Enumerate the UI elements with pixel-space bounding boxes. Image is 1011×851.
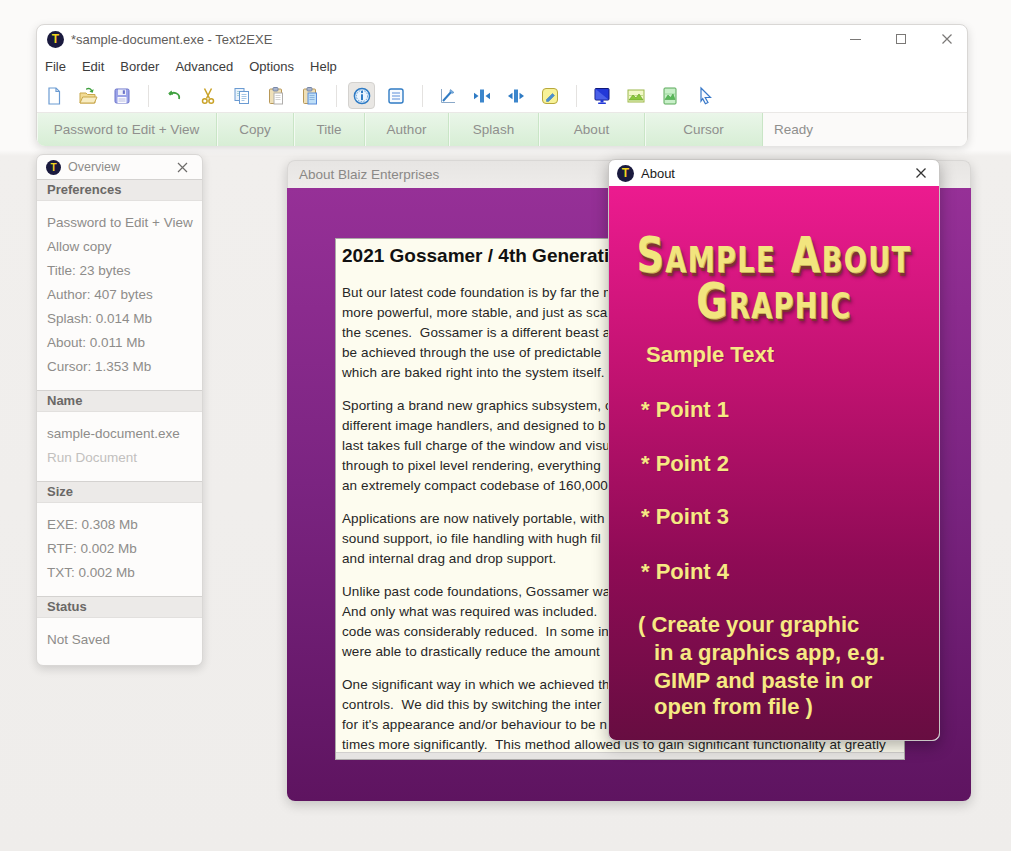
minimize-icon	[850, 39, 861, 40]
toolbar-separator	[336, 85, 337, 107]
open-icon[interactable]	[74, 82, 101, 109]
menu-advanced[interactable]: Advanced	[167, 59, 241, 74]
list-item: Cursor: 1.353 Mb	[47, 355, 192, 379]
note-line: open from file )	[654, 694, 813, 720]
preferences-list: Password to Edit + View Allow copy Title…	[37, 201, 202, 390]
list-item: Run Document	[47, 446, 192, 470]
tab-splash[interactable]: Splash	[449, 113, 539, 146]
list-item: About: 0.011 Mb	[47, 331, 192, 355]
monitor-icon[interactable]	[588, 82, 615, 109]
paste-special-icon[interactable]	[296, 82, 323, 109]
tab-title[interactable]: Title	[294, 113, 365, 146]
name-list: sample-document.exe Run Document	[37, 412, 202, 481]
main-titlebar[interactable]: T *sample-document.exe - Text2EXE	[37, 25, 967, 53]
about-body: Sample About Graphic Sample Text * Point…	[609, 186, 939, 740]
main-window: T *sample-document.exe - Text2EXE File E…	[36, 24, 968, 145]
overview-panel: T Overview Preferences Password to Edit …	[36, 154, 203, 666]
about-graphic-title: Sample About Graphic	[609, 233, 939, 324]
tab-cursor[interactable]: Cursor	[645, 113, 763, 146]
section-header-preferences: Preferences	[37, 179, 202, 201]
app-logo-icon: T	[46, 160, 61, 175]
undo-icon[interactable]	[160, 82, 187, 109]
overview-titlebar[interactable]: T Overview	[37, 155, 202, 179]
overview-title: Overview	[68, 160, 120, 174]
tab-about[interactable]: About	[539, 113, 645, 146]
note-line: in a graphics app, e.g.	[654, 640, 885, 666]
status-ready: Ready	[763, 113, 967, 146]
toolbar-separator	[422, 85, 423, 107]
about-dialog: T About Sample About Graphic Sample Text…	[608, 159, 940, 741]
info-icon[interactable]	[348, 82, 375, 109]
copy-icon[interactable]	[228, 82, 255, 109]
minimize-button[interactable]	[845, 29, 865, 49]
pad-right-icon[interactable]	[502, 82, 529, 109]
menu-file[interactable]: File	[37, 59, 74, 74]
sample-text: Sample Text	[646, 342, 774, 368]
paste-icon[interactable]	[262, 82, 289, 109]
point-item: * Point 1	[641, 397, 729, 423]
app-logo-icon: T	[47, 31, 64, 48]
about-title: About	[641, 166, 675, 181]
menu-border[interactable]: Border	[112, 59, 167, 74]
cursor-arrow-icon[interactable]	[690, 82, 717, 109]
new-document-icon[interactable]	[40, 82, 67, 109]
about-titlebar[interactable]: T About	[609, 160, 939, 186]
list-item: Allow copy	[47, 235, 192, 259]
close-icon	[941, 33, 953, 45]
document-title: About Blaiz Enterprises	[299, 167, 439, 182]
image-landscape-icon[interactable]	[622, 82, 649, 109]
size-list: EXE: 0.308 Mb RTF: 0.002 Mb TXT: 0.002 M…	[37, 503, 202, 596]
point-item: * Point 3	[641, 504, 729, 530]
app-logo-icon: T	[617, 165, 634, 182]
horizontal-scrollbar[interactable]	[336, 752, 904, 759]
point-item: * Point 2	[641, 451, 729, 477]
menu-options[interactable]: Options	[241, 59, 302, 74]
overview-close-button[interactable]	[173, 158, 191, 176]
graphic-line: Graphic	[609, 279, 939, 325]
toolbar-separator	[148, 85, 149, 107]
tab-row: Password to Edit + View Copy Title Autho…	[37, 112, 967, 146]
note-line: ( Create your graphic	[638, 612, 859, 638]
tab-copy[interactable]: Copy	[217, 113, 294, 146]
section-header-size: Size	[37, 481, 202, 503]
list-item: Splash: 0.014 Mb	[47, 307, 192, 331]
section-header-status: Status	[37, 596, 202, 618]
maximize-icon	[896, 34, 906, 44]
pad-left-icon[interactable]	[468, 82, 495, 109]
list-item: RTF: 0.002 Mb	[47, 537, 192, 561]
cut-icon[interactable]	[194, 82, 221, 109]
list-item: sample-document.exe	[47, 422, 192, 446]
tab-author[interactable]: Author	[365, 113, 449, 146]
properties-icon[interactable]	[382, 82, 409, 109]
tab-password[interactable]: Password to Edit + View	[37, 113, 217, 146]
status-list: Not Saved	[37, 618, 202, 663]
list-item: Author: 407 bytes	[47, 283, 192, 307]
close-button[interactable]	[937, 29, 957, 49]
draw-line-icon[interactable]	[434, 82, 461, 109]
toolbar	[37, 79, 967, 112]
list-item: TXT: 0.002 Mb	[47, 561, 192, 585]
note-line: GIMP and paste in or	[654, 668, 872, 694]
section-header-name: Name	[37, 390, 202, 412]
about-close-button[interactable]	[912, 164, 930, 182]
menu-help[interactable]: Help	[302, 59, 345, 74]
list-item: Not Saved	[47, 628, 192, 652]
list-item: Password to Edit + View	[47, 211, 192, 235]
save-icon[interactable]	[108, 82, 135, 109]
edit-pen-icon[interactable]	[536, 82, 563, 109]
toolbar-separator	[576, 85, 577, 107]
menubar: File Edit Border Advanced Options Help	[37, 53, 967, 79]
list-item: Title: 23 bytes	[47, 259, 192, 283]
menu-edit[interactable]: Edit	[74, 59, 112, 74]
list-item: EXE: 0.308 Mb	[47, 513, 192, 537]
point-item: * Point 4	[641, 559, 729, 585]
close-icon	[177, 162, 188, 173]
close-icon	[915, 167, 927, 179]
image-portrait-icon[interactable]	[656, 82, 683, 109]
maximize-button[interactable]	[891, 29, 911, 49]
window-title: *sample-document.exe - Text2EXE	[71, 32, 272, 47]
